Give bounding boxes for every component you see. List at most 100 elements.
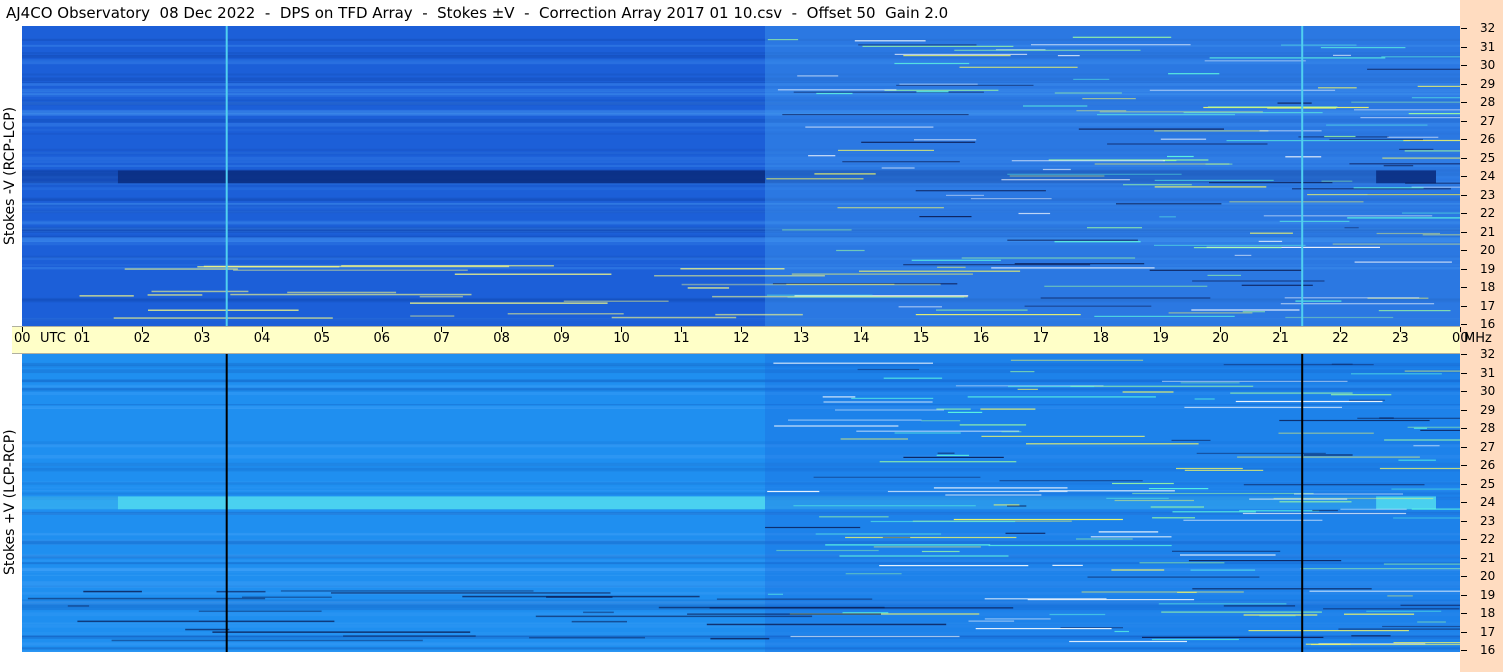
frequency-tick-label: 20 xyxy=(1480,569,1496,583)
bottom-panel-label: Stokes +V (LCP-RCP) xyxy=(2,429,18,575)
interference-line xyxy=(1031,44,1191,46)
interference-line xyxy=(233,269,468,271)
interference-line xyxy=(993,504,1020,506)
interference-line xyxy=(887,490,1068,493)
interference-line xyxy=(1354,261,1452,263)
interference-line xyxy=(1323,608,1460,610)
interference-line xyxy=(1243,484,1425,486)
interference-line xyxy=(1026,443,1199,445)
interference-line xyxy=(185,628,230,631)
frequency-tick-label: 28 xyxy=(1480,95,1496,109)
interference-line xyxy=(859,270,1021,272)
frequency-tick xyxy=(1461,539,1467,540)
time-tick-label: 20 xyxy=(1212,331,1229,346)
interference-line xyxy=(1349,399,1385,401)
interference-line xyxy=(454,273,612,275)
interference-line xyxy=(967,396,1156,398)
interference-line xyxy=(1357,417,1460,419)
interference-line xyxy=(790,635,960,638)
time-tick-label: 11 xyxy=(673,331,690,346)
interference-line xyxy=(1381,56,1460,58)
interference-line xyxy=(856,430,1020,432)
interference-line xyxy=(687,287,730,289)
interference-line xyxy=(1413,445,1440,447)
interference-line xyxy=(842,612,889,614)
interference-line xyxy=(571,620,627,623)
frequency-tick-label: 31 xyxy=(1480,365,1496,380)
vertical-marker-line xyxy=(1301,352,1304,652)
interference-line xyxy=(1007,173,1182,175)
interference-line xyxy=(1351,635,1391,637)
interference-line xyxy=(1177,591,1197,593)
interference-line xyxy=(1152,517,1195,519)
frequency-tick-label: 27 xyxy=(1480,113,1496,128)
time-tick-label: 12 xyxy=(733,331,750,346)
interference-line xyxy=(1393,517,1460,519)
interference-line xyxy=(1099,111,1263,113)
interference-line xyxy=(331,592,611,594)
interference-line xyxy=(1226,140,1411,142)
interference-line xyxy=(916,91,949,93)
frequency-tick xyxy=(1461,102,1467,103)
interference-line xyxy=(1242,311,1265,313)
interference-line xyxy=(839,555,1009,557)
frequency-tick xyxy=(1461,391,1467,392)
interference-line xyxy=(216,590,266,593)
interference-line xyxy=(1312,509,1338,512)
interference-line xyxy=(680,268,785,270)
interference-line xyxy=(1154,186,1267,188)
interference-line xyxy=(793,505,976,507)
interference-line xyxy=(1402,212,1460,214)
interference-line xyxy=(1073,78,1110,80)
interference-line xyxy=(280,590,534,592)
band-24mhz xyxy=(1376,170,1436,184)
interference-line xyxy=(1422,234,1460,236)
interference-line xyxy=(1326,124,1428,126)
frequency-tick-label: 16 xyxy=(1480,317,1496,331)
interference-line xyxy=(1223,605,1296,607)
interference-line xyxy=(788,419,922,421)
interference-line xyxy=(1318,87,1357,89)
interference-line xyxy=(836,249,865,252)
interference-line xyxy=(712,295,968,298)
interference-line xyxy=(1049,613,1106,616)
interference-line xyxy=(808,155,836,157)
interference-line xyxy=(410,302,608,304)
interference-line xyxy=(1309,590,1460,592)
interference-line xyxy=(151,290,249,293)
time-tick-label: 01 xyxy=(73,331,91,346)
frequency-tick-label: 23 xyxy=(1480,513,1496,528)
interference-line xyxy=(113,317,333,319)
interference-line xyxy=(1057,55,1080,57)
interference-line xyxy=(1347,217,1460,219)
interference-line xyxy=(1411,97,1460,99)
interference-line xyxy=(822,396,856,398)
band-24mhz xyxy=(117,496,765,510)
time-tick-label: UTC xyxy=(40,331,66,346)
interference-line xyxy=(1284,297,1420,299)
frequency-tick xyxy=(1461,446,1467,448)
interference-line xyxy=(1351,373,1442,375)
interference-line xyxy=(1180,554,1276,556)
interference-line xyxy=(975,628,1112,630)
interference-line xyxy=(773,362,933,364)
interference-line xyxy=(1069,640,1187,643)
interference-line xyxy=(1168,312,1253,314)
interference-line xyxy=(1376,232,1440,235)
interference-line xyxy=(1344,613,1415,615)
interference-line xyxy=(1097,114,1235,116)
interference-line xyxy=(766,294,873,296)
interference-line xyxy=(911,259,1001,261)
interference-line xyxy=(782,229,852,231)
interference-line xyxy=(1172,550,1281,552)
frequency-tick xyxy=(1461,650,1467,651)
interference-line xyxy=(805,126,934,128)
frequency-tick xyxy=(1461,354,1467,355)
frequency-tick xyxy=(1461,157,1467,159)
time-tick-label: 15 xyxy=(912,331,930,346)
interference-line xyxy=(1191,309,1300,311)
interference-line xyxy=(1263,215,1433,217)
time-tick-label: 21 xyxy=(1272,331,1289,346)
time-tick-label: 09 xyxy=(553,331,570,346)
interference-line xyxy=(882,536,911,539)
